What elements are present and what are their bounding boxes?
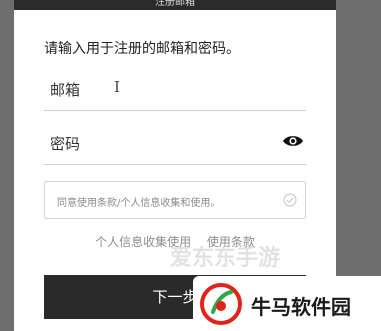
consent-checkbox[interactable]: 同意使用条款/个人信息收集和使用。	[44, 181, 306, 219]
text-cursor-icon: I	[114, 78, 120, 96]
eye-icon[interactable]	[282, 134, 304, 148]
email-placeholder: 邮箱	[50, 81, 81, 99]
policy-links: 个人信息收集使用 使用条款	[14, 233, 336, 250]
consent-label: 同意使用条款/个人信息收集和使用。	[57, 198, 221, 209]
watermark-site-2: 牛马软件园	[193, 276, 381, 331]
terms-link[interactable]: 使用条款	[207, 235, 255, 249]
watermark-text: 牛马软件园	[251, 295, 351, 319]
privacy-link[interactable]: 个人信息收集使用	[95, 235, 191, 249]
instruction-text: 请输入用于注册的邮箱和密码。	[44, 41, 240, 57]
password-field[interactable]: 密码	[44, 120, 306, 165]
password-placeholder: 密码	[50, 135, 81, 153]
dialog-title: 注册邮箱	[14, 0, 336, 10]
email-field[interactable]: 邮箱 I	[44, 66, 306, 111]
check-circle-icon[interactable]	[283, 193, 297, 207]
watermark-logo-icon	[200, 283, 242, 325]
